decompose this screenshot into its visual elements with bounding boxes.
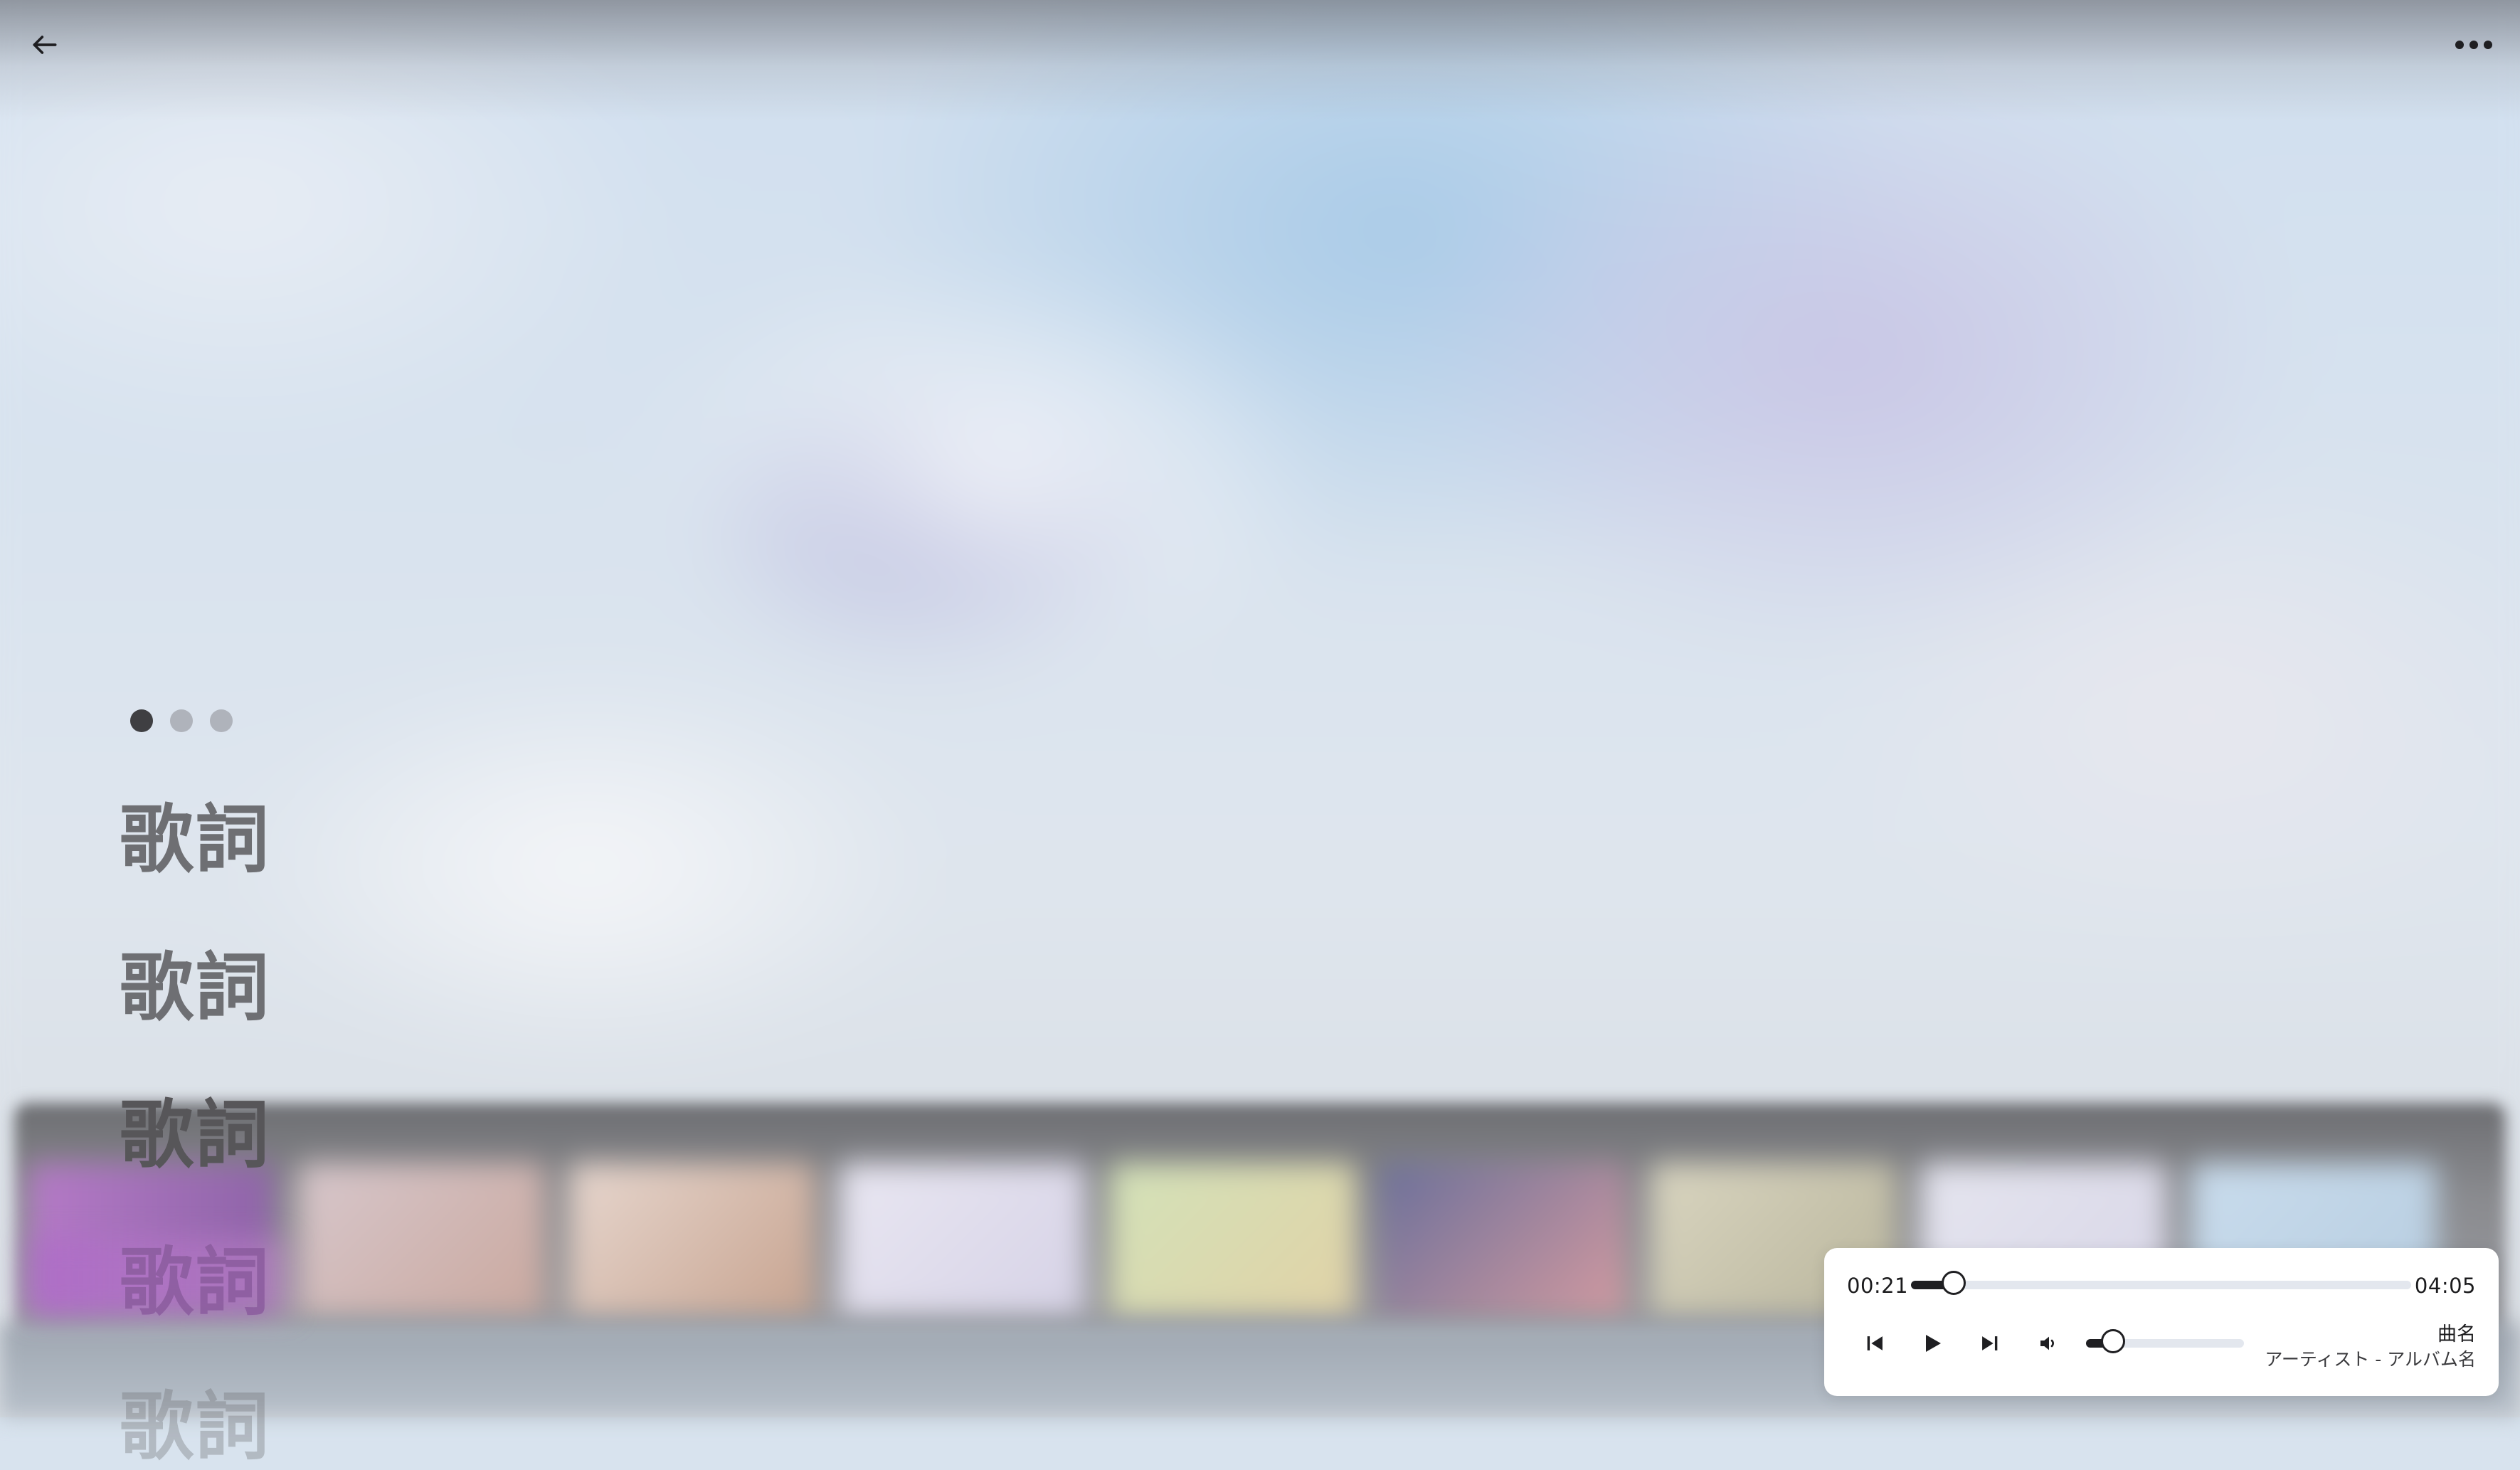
lyric-line: 歌詞 bbox=[120, 1383, 271, 1470]
top-shade bbox=[0, 0, 2520, 121]
volume-slider[interactable] bbox=[2086, 1329, 2244, 1353]
more-button[interactable] bbox=[2449, 21, 2499, 68]
thumbnail bbox=[299, 1163, 544, 1316]
lyric-line: 歌詞 bbox=[120, 1239, 271, 1326]
current-time: 00:21 bbox=[1847, 1274, 1909, 1298]
track-info: 曲名 アーティスト - アルバム名 bbox=[2265, 1322, 2476, 1372]
volume-handle[interactable] bbox=[2100, 1329, 2125, 1353]
duration: 04:05 bbox=[2414, 1274, 2476, 1298]
lyric-line: 歌詞 bbox=[120, 1091, 271, 1178]
seek-bar[interactable] bbox=[1911, 1271, 2411, 1295]
thumbnail bbox=[840, 1163, 1085, 1316]
seek-track bbox=[1911, 1281, 2411, 1289]
lyric-line: 歌詞 bbox=[120, 796, 271, 883]
arrow-left-icon bbox=[33, 36, 57, 54]
thumbnail bbox=[569, 1163, 815, 1316]
thumbnail bbox=[1110, 1163, 1355, 1316]
page-dot-2[interactable] bbox=[170, 709, 193, 732]
seek-handle[interactable] bbox=[1942, 1271, 1966, 1295]
player-card: 00:21 04:05 曲名 アーティスト - アルバム名 bbox=[1824, 1248, 2499, 1396]
previous-button[interactable] bbox=[1855, 1323, 1895, 1363]
song-title: 曲名 bbox=[2437, 1323, 2476, 1345]
more-horizontal-icon bbox=[2455, 41, 2492, 49]
next-button[interactable] bbox=[1969, 1323, 2009, 1363]
lyrics-page-indicator bbox=[130, 709, 233, 732]
page-dot-3[interactable] bbox=[210, 709, 233, 732]
skip-next-icon bbox=[1982, 1336, 1998, 1350]
play-button[interactable] bbox=[1912, 1323, 1952, 1363]
play-icon bbox=[1926, 1335, 1941, 1352]
artist-album: アーティスト - アルバム名 bbox=[2265, 1349, 2476, 1370]
thumbnail bbox=[1380, 1163, 1626, 1316]
lyric-line: 歌詞 bbox=[120, 944, 271, 1031]
back-button[interactable] bbox=[21, 21, 68, 68]
page-dot-1[interactable] bbox=[130, 709, 153, 732]
volume-icon bbox=[2040, 1336, 2054, 1350]
skip-previous-icon bbox=[1867, 1336, 1883, 1350]
volume-button[interactable] bbox=[2029, 1323, 2069, 1363]
